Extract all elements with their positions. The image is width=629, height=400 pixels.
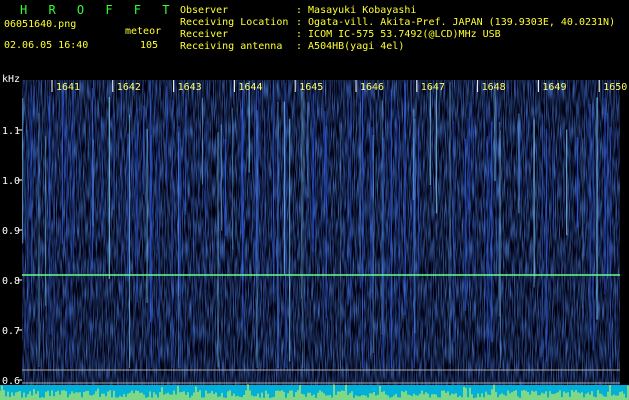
x-tick-label: 1649: [542, 82, 566, 93]
x-tick-label: 1648: [482, 82, 506, 93]
x-tick-label: 1642: [117, 82, 141, 93]
spectrogram: kHz 1.1 1.0 0.9 0.8 0.7 0.6 1641 1642 1643 1644 1…: [0, 74, 629, 400]
y-tick-label: 0.7: [2, 326, 20, 337]
y-tick-label: 1.1: [2, 126, 20, 137]
y-tick-label: 0.8: [2, 276, 20, 287]
x-tick-label: 1641: [56, 82, 80, 93]
x-tick-label: 1646: [360, 82, 384, 93]
x-tick-label: 1644: [238, 82, 262, 93]
x-tick-label: 1650: [603, 82, 627, 93]
noise-layer: [22, 80, 620, 392]
y-unit-label: kHz: [2, 74, 20, 85]
x-tick-label: 1643: [178, 82, 202, 93]
x-tick-label: 1645: [299, 82, 323, 93]
y-tick-label: 0.9: [2, 226, 20, 237]
x-tick-label: 1647: [421, 82, 445, 93]
y-tick-label: 1.0: [2, 176, 20, 187]
y-tick-label: 0.6: [2, 376, 20, 387]
